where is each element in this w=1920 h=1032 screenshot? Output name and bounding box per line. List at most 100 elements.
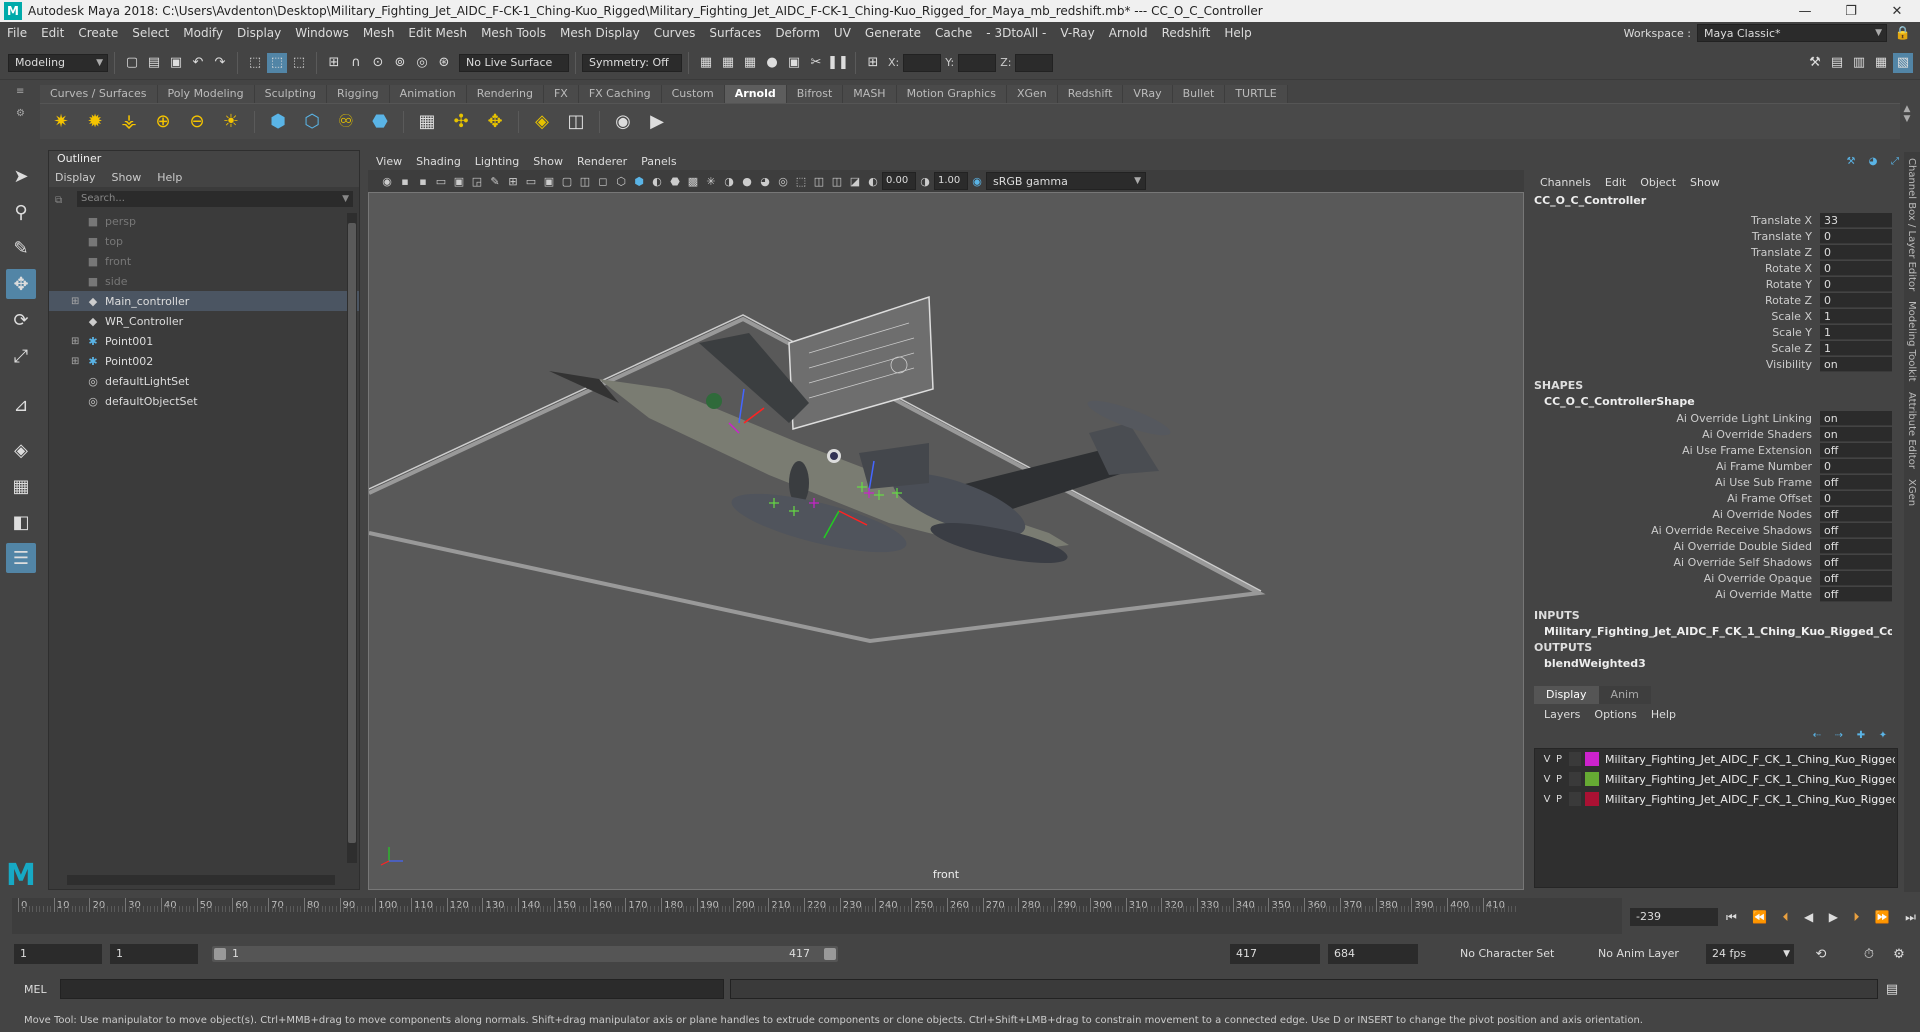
layer-color-swatch[interactable] [1585, 752, 1599, 766]
maximize-button[interactable]: ❐ [1828, 4, 1874, 19]
loop-icon[interactable]: ⟲ [1811, 944, 1831, 964]
attr-value-field[interactable]: 1 [1820, 340, 1892, 356]
select-component-icon[interactable]: ⬚ [289, 53, 309, 73]
move-layer-up-icon[interactable]: ⇠ [1807, 725, 1827, 745]
menu-deform[interactable]: Deform [768, 26, 827, 40]
last-tool-icon[interactable]: ⊿ [6, 390, 36, 420]
attr-value-field[interactable]: off [1820, 586, 1892, 602]
default-material-icon[interactable]: ◐ [650, 174, 664, 188]
layer-color-swatch[interactable] [1585, 792, 1599, 806]
script-editor-icon[interactable]: ▤ [1882, 979, 1902, 999]
attr-name[interactable]: Scale Z [1530, 342, 1820, 355]
attr-name[interactable]: Ai Use Frame Extension [1530, 444, 1820, 457]
hypershade-icon[interactable]: ● [762, 53, 782, 73]
step-forward-key-icon[interactable]: ⏩ [1875, 910, 1890, 924]
smooth-shade-icon[interactable]: ⬢ [632, 174, 646, 188]
auto-key-icon[interactable]: ⏱ [1859, 944, 1879, 964]
menu-file[interactable]: File [0, 26, 34, 40]
flush-textures-icon[interactable]: ✥ [482, 109, 508, 135]
menu-edit-mesh[interactable]: Edit Mesh [401, 26, 474, 40]
layer-type-toggle[interactable] [1569, 772, 1581, 786]
animation-start-field[interactable]: 1 [14, 944, 102, 964]
shelf-tab-curves-surfaces[interactable]: Curves / Surfaces [40, 85, 158, 103]
layer-menu-layers[interactable]: Layers [1544, 708, 1580, 721]
shelf-tab-fx[interactable]: FX [543, 85, 579, 103]
attr-name[interactable]: Ai Override Opaque [1530, 572, 1820, 585]
filter-icon[interactable]: ⧉ [55, 195, 62, 206]
shelf-tab-redshift[interactable]: Redshift [1057, 85, 1124, 103]
viewport-3d[interactable]: front [368, 192, 1524, 890]
side-tab-channel-box-layer-editor[interactable]: Channel Box / Layer Editor [1906, 158, 1917, 291]
outliner-item-point002[interactable]: ⊞ ✱ Point002 [49, 351, 359, 371]
attr-name[interactable]: Ai Override Shaders [1530, 428, 1820, 441]
outliner-item-point001[interactable]: ⊞ ✱ Point001 [49, 331, 359, 351]
layer-visibility-toggle[interactable]: V [1541, 774, 1553, 785]
outliner-search-input[interactable]: Search... ▼ [77, 191, 353, 207]
minimize-button[interactable]: — [1782, 4, 1828, 19]
outliner-item-defaultlightset[interactable]: ◎ defaultLightSet [49, 371, 359, 391]
layer-type-toggle[interactable] [1569, 792, 1581, 806]
attr-value-field[interactable]: 1 [1820, 324, 1892, 340]
attr-name[interactable]: Ai Use Sub Frame [1530, 476, 1820, 489]
workspace-dropdown[interactable]: Maya Classic* ▼ [1697, 24, 1887, 42]
mel-input[interactable] [60, 979, 724, 999]
attr-name[interactable]: Ai Override Light Linking [1530, 412, 1820, 425]
channel-menu-show[interactable]: Show [1690, 176, 1720, 189]
export-standin-icon[interactable]: ⬡ [299, 109, 325, 135]
snap-grid-icon[interactable]: ⊞ [324, 53, 344, 73]
y-field[interactable] [958, 53, 997, 72]
menu-mesh[interactable]: Mesh [356, 26, 402, 40]
snap-live-icon[interactable]: ⊛ [434, 53, 454, 73]
menu-mesh-tools[interactable]: Mesh Tools [474, 26, 553, 40]
shelf-tab-poly-modeling[interactable]: Poly Modeling [157, 85, 255, 103]
attr-name[interactable]: Rotate X [1530, 262, 1820, 275]
outliner-item-defaultobjectset[interactable]: ◎ defaultObjectSet [49, 391, 359, 411]
anim-layer-dropdown[interactable]: No Anim Layer [1578, 944, 1688, 964]
attr-name[interactable]: Rotate Y [1530, 278, 1820, 291]
render-view-icon[interactable]: ▣ [784, 53, 804, 73]
field-chart-icon[interactable]: ◫ [578, 174, 592, 188]
menu-surfaces[interactable]: Surfaces [702, 26, 768, 40]
exposure-field[interactable]: 0.00 [882, 172, 916, 190]
shelf-tab-rendering[interactable]: Rendering [466, 85, 544, 103]
menu-arnold[interactable]: Arnold [1102, 26, 1155, 40]
attr-name[interactable]: Scale X [1530, 310, 1820, 323]
flush-cache-icon[interactable]: ✣ [448, 109, 474, 135]
symmetry-dropdown[interactable]: Symmetry: Off [582, 53, 682, 72]
play-forward-icon[interactable]: ▶ [1829, 910, 1838, 924]
animation-preferences-icon[interactable]: ⚙ [1889, 944, 1909, 964]
shelf-menu-handle[interactable]: ≡ ⚙ [16, 86, 30, 136]
shader-ball-icon[interactable]: ◈ [529, 109, 555, 135]
channel-box-toggle-icon[interactable]: ⚒ [1841, 151, 1861, 171]
menu-redshift[interactable]: Redshift [1155, 26, 1218, 40]
attr-value-field[interactable]: off [1820, 554, 1892, 570]
range-handle-left[interactable] [214, 948, 226, 960]
fps-dropdown[interactable]: 24 fps ▼ [1706, 944, 1794, 964]
attr-name[interactable]: Ai Override Nodes [1530, 508, 1820, 521]
pause-icon[interactable]: ❚❚ [827, 53, 849, 73]
range-handle-right[interactable] [824, 948, 836, 960]
mel-label[interactable]: MEL [24, 983, 60, 996]
wireframe-icon[interactable]: ⬡ [614, 174, 628, 188]
new-layer-selected-icon[interactable]: ✦ [1873, 725, 1893, 745]
viewport-menu-shading[interactable]: Shading [416, 155, 461, 168]
layer-row[interactable]: V P Military_Fighting_Jet_AIDC_F_CK_1_Chin… [1535, 769, 1897, 789]
playback-start-field[interactable]: 1 [110, 944, 198, 964]
step-back-key-icon[interactable]: ⏪ [1752, 910, 1767, 924]
attr-value-field[interactable]: 0 [1820, 490, 1892, 506]
render-setup-icon[interactable]: ✂ [806, 53, 826, 73]
outliner-item-persp[interactable]: ■ persp [49, 211, 359, 231]
shelf-tab-arnold[interactable]: Arnold [724, 85, 787, 103]
outliner-item-front[interactable]: ■ front [49, 251, 359, 271]
viewport-menu-panels[interactable]: Panels [641, 155, 676, 168]
layer-visibility-toggle[interactable]: V [1541, 794, 1553, 805]
layer-row[interactable]: V P Military_Fighting_Jet_AIDC_F_CK_1_Chin… [1535, 789, 1897, 809]
animation-end-field[interactable]: 684 [1328, 944, 1418, 964]
gamma-field[interactable]: 1.00 [934, 172, 968, 190]
move-tool-icon[interactable]: ✥ [6, 269, 36, 299]
single-view-icon[interactable]: ◈ [6, 435, 36, 465]
select-object-icon[interactable]: ⬚ [267, 52, 287, 73]
attr-value-field[interactable]: off [1820, 570, 1892, 586]
shelf-tab-vray[interactable]: VRay [1123, 85, 1173, 103]
layer-tab-display[interactable]: Display [1534, 686, 1599, 704]
